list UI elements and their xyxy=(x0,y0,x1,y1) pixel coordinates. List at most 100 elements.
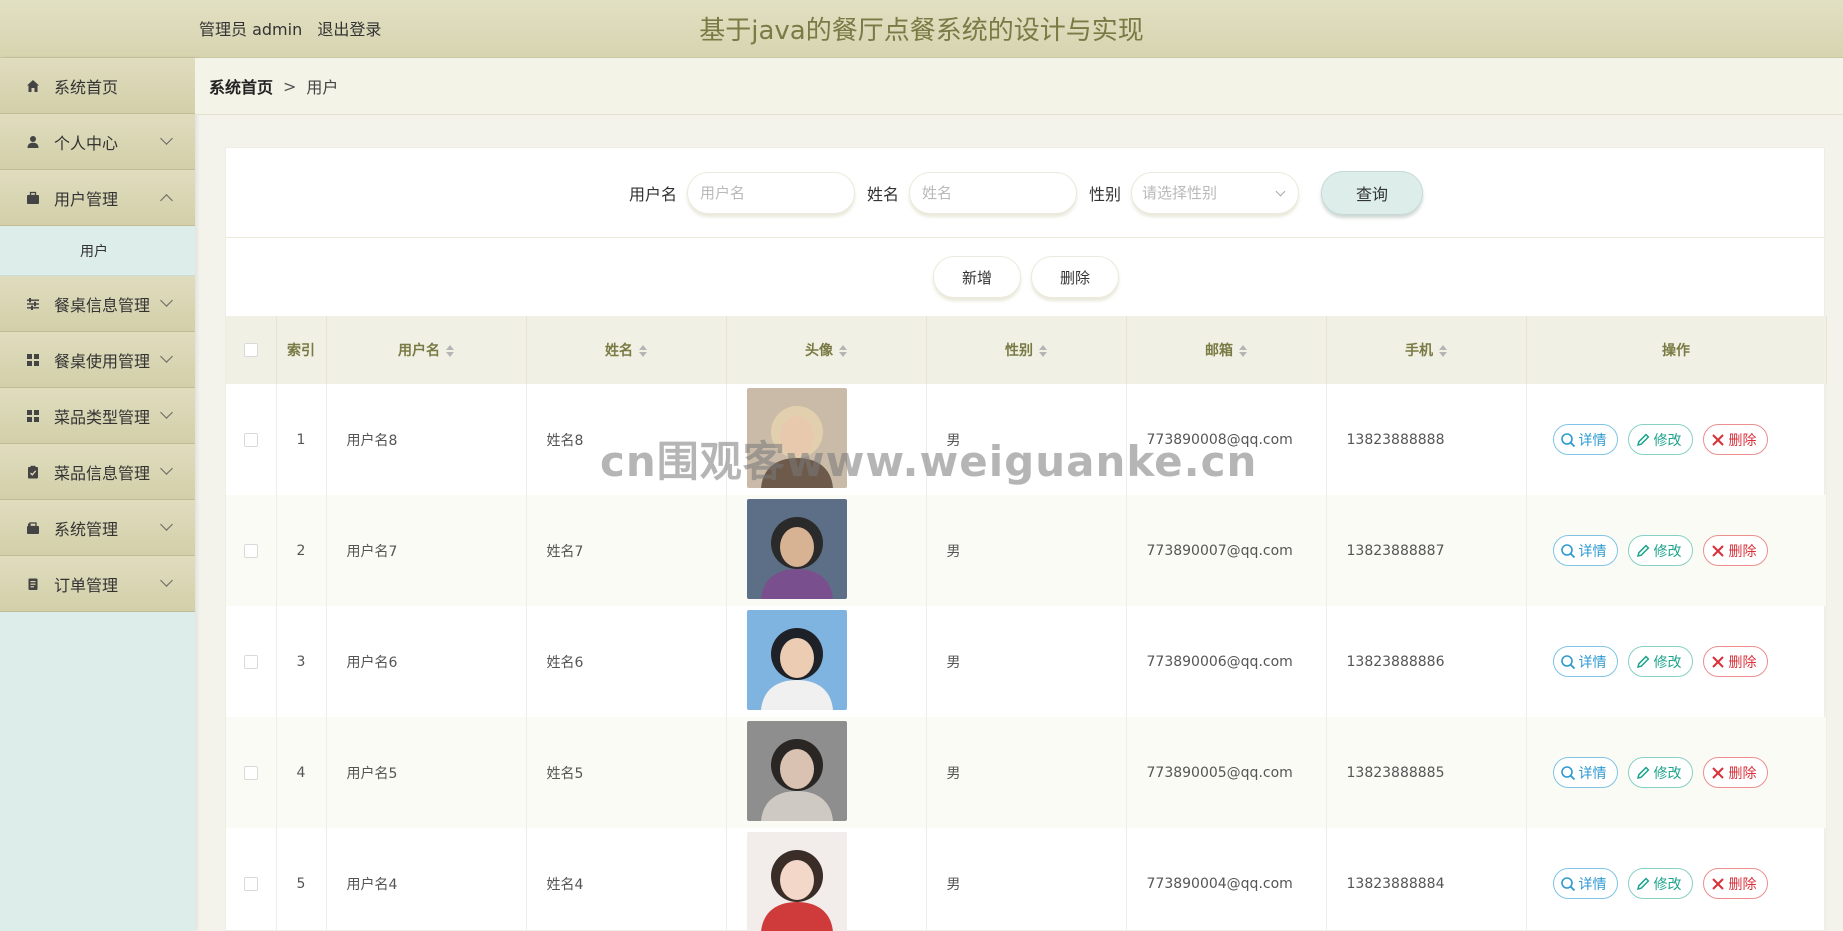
row-checkbox-cell xyxy=(226,717,277,828)
column-header-label: 邮箱 xyxy=(1205,343,1233,359)
table-body: 1 用户名8 姓名8 男 773890008@qq.com 1382388888… xyxy=(226,384,1827,931)
detail-button[interactable]: 详情 xyxy=(1552,868,1618,899)
sidebar-item-dish-type[interactable]: 菜品类型管理 xyxy=(0,388,195,444)
column-header[interactable]: 性别 xyxy=(926,316,1127,384)
sidebar-subitem-user[interactable]: 用户 xyxy=(0,226,195,276)
delete-button[interactable]: 删除 xyxy=(1702,868,1768,899)
table-header-row: 索引 用户名 姓名 头像 性别 邮箱 手机 操作 xyxy=(226,316,1827,384)
sidebar-item-label: 餐桌使用管理 xyxy=(54,351,151,371)
username-cell: 用户名8 xyxy=(326,384,527,495)
sidebar-item-dish-info[interactable]: 菜品信息管理 xyxy=(0,444,195,500)
sidebar-item-table-usage[interactable]: 餐桌使用管理 xyxy=(0,332,195,388)
sort-icon[interactable] xyxy=(1439,345,1447,357)
detail-button-label: 详情 xyxy=(1578,765,1607,782)
chevron-down-icon xyxy=(160,406,173,419)
column-header: 索引 xyxy=(276,316,327,384)
delete-button[interactable]: 删除 xyxy=(1702,646,1768,677)
email-cell: 773890007@qq.com xyxy=(1126,495,1327,606)
column-header[interactable]: 姓名 xyxy=(526,316,727,384)
username-cell: 用户名7 xyxy=(326,495,527,606)
sort-icon[interactable] xyxy=(639,345,647,357)
email-cell: 773890008@qq.com xyxy=(1126,384,1327,495)
detail-button-label: 详情 xyxy=(1578,654,1607,671)
detail-button[interactable]: 详情 xyxy=(1552,757,1618,788)
table-row: 3 用户名6 姓名6 男 773890006@qq.com 1382388888… xyxy=(226,606,1827,717)
gender-select-placeholder: 请选择性别 xyxy=(1142,184,1218,202)
name-input[interactable] xyxy=(909,171,1077,214)
edit-button-label: 修改 xyxy=(1653,654,1682,671)
detail-button[interactable]: 详情 xyxy=(1552,646,1618,677)
edit-button-label: 修改 xyxy=(1653,765,1682,782)
row-checkbox[interactable] xyxy=(243,432,258,447)
index-cell: 5 xyxy=(276,828,327,931)
receipt-icon xyxy=(28,578,38,590)
delete-button[interactable]: 删除 xyxy=(1702,424,1768,455)
row-checkbox[interactable] xyxy=(243,876,258,891)
sidebar: 系统首页 个人中心 用户管理 用户 餐桌信息管理 餐桌使用管理 菜品类型管理 菜… xyxy=(0,58,195,931)
column-header[interactable]: 用户名 xyxy=(326,316,527,384)
batch-delete-button[interactable]: 删除 xyxy=(1031,256,1119,298)
column-header-label: 手机 xyxy=(1405,343,1433,359)
detail-button[interactable]: 详情 xyxy=(1552,535,1618,566)
username-input[interactable] xyxy=(686,171,855,214)
edit-button[interactable]: 修改 xyxy=(1627,424,1693,455)
sidebar-item-user-management[interactable]: 用户管理 xyxy=(0,170,195,226)
avatar xyxy=(746,720,847,821)
close-icon xyxy=(1711,766,1724,779)
edit-button-label: 修改 xyxy=(1653,876,1682,893)
grid-icon xyxy=(27,410,39,422)
sidebar-item-personal-center[interactable]: 个人中心 xyxy=(0,114,195,170)
breadcrumb-home[interactable]: 系统首页 xyxy=(209,74,273,98)
breadcrumb: 系统首页 > 用户 xyxy=(195,58,1843,115)
sidebar-item-label: 用户管理 xyxy=(54,189,119,209)
edit-button[interactable]: 修改 xyxy=(1627,868,1693,899)
edit-button[interactable]: 修改 xyxy=(1627,646,1693,677)
select-all-checkbox[interactable] xyxy=(243,343,258,357)
sidebar-item-table-info[interactable]: 餐桌信息管理 xyxy=(0,276,195,332)
gender-cell: 男 xyxy=(926,606,1127,717)
search-form: 用户名 姓名 性别 请选择性别 查询 xyxy=(226,148,1826,238)
pencil-icon xyxy=(1636,766,1649,779)
edit-button[interactable]: 修改 xyxy=(1627,757,1693,788)
breadcrumb-separator: > xyxy=(283,76,297,96)
row-checkbox[interactable] xyxy=(243,543,258,558)
close-icon xyxy=(1711,544,1724,557)
phone-cell: 13823888888 xyxy=(1326,384,1527,495)
delete-button[interactable]: 删除 xyxy=(1702,535,1768,566)
chevron-down-icon xyxy=(160,462,173,475)
column-header-label: 用户名 xyxy=(398,343,440,359)
query-button[interactable]: 查询 xyxy=(1321,170,1424,215)
sidebar-item-home[interactable]: 系统首页 xyxy=(0,58,195,114)
sort-icon[interactable] xyxy=(446,345,454,357)
phone-cell: 13823888885 xyxy=(1326,717,1527,828)
home-icon xyxy=(27,80,39,92)
avatar-cell xyxy=(726,384,927,495)
top-bar: 管理员 admin 退出登录 基于java的餐厅点餐系统的设计与实现 xyxy=(0,0,1843,58)
sidebar-item-orders[interactable]: 订单管理 xyxy=(0,556,195,612)
row-checkbox[interactable] xyxy=(243,654,258,669)
column-header[interactable]: 头像 xyxy=(726,316,927,384)
sort-icon[interactable] xyxy=(839,345,847,357)
sort-icon[interactable] xyxy=(1239,345,1247,357)
delete-button[interactable]: 删除 xyxy=(1702,757,1768,788)
gender-select[interactable]: 请选择性别 xyxy=(1131,171,1300,214)
table-row: 1 用户名8 姓名8 男 773890008@qq.com 1382388888… xyxy=(226,384,1827,495)
detail-button-label: 详情 xyxy=(1578,543,1607,560)
gender-label: 性别 xyxy=(1089,184,1122,204)
avatar-cell xyxy=(726,828,927,931)
pencil-icon xyxy=(1636,877,1649,890)
add-button[interactable]: 新增 xyxy=(933,256,1021,298)
row-checkbox[interactable] xyxy=(243,765,258,780)
actions-cell: 详情 修改 删除 xyxy=(1526,717,1827,828)
chevron-down-icon xyxy=(160,294,173,307)
pencil-icon xyxy=(1636,544,1649,557)
sort-icon[interactable] xyxy=(1039,345,1047,357)
column-header[interactable]: 邮箱 xyxy=(1126,316,1327,384)
edit-button-label: 修改 xyxy=(1653,432,1682,449)
name-cell: 姓名5 xyxy=(526,717,727,828)
column-header[interactable]: 手机 xyxy=(1326,316,1527,384)
avatar-cell xyxy=(726,606,927,717)
detail-button[interactable]: 详情 xyxy=(1552,424,1618,455)
sidebar-item-system[interactable]: 系统管理 xyxy=(0,500,195,556)
edit-button[interactable]: 修改 xyxy=(1627,535,1693,566)
